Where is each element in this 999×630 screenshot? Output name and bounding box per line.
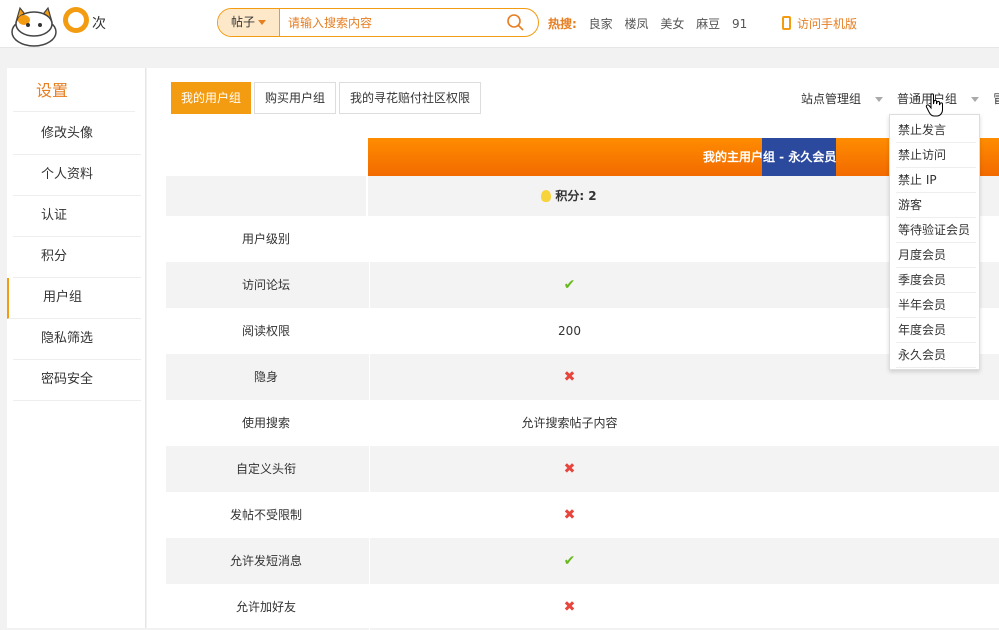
hot-search-label: 热搜: <box>548 17 577 31</box>
row-label: 访问论坛 <box>241 278 290 292</box>
row-label: 使用搜索 <box>241 416 290 430</box>
search-type-label: 帖子 <box>230 15 255 29</box>
table-row: 隐身 ✖ <box>166 354 999 400</box>
search-icon[interactable] <box>506 13 524 31</box>
table-row: 自定义头衔 ✖ <box>166 446 999 492</box>
row-label: 用户级别 <box>241 232 290 246</box>
nav-site-admin-group[interactable]: 站点管理组 <box>801 90 884 107</box>
sidebar-item-usergroup[interactable]: 用户组 <box>7 278 141 319</box>
tab-my-usergroup[interactable]: 我的用户组 <box>171 82 251 114</box>
caret-down-icon <box>875 97 884 102</box>
row-value: ✖ <box>369 354 769 400</box>
sidebar-item-points[interactable]: 积分 <box>13 237 141 278</box>
row-value: ✔ <box>369 262 769 308</box>
points-row: 积分: 2 <box>166 176 999 216</box>
search-input[interactable] <box>288 9 498 36</box>
cross-icon: ✖ <box>563 461 576 477</box>
row-value: 200 <box>369 308 769 354</box>
caret-down-icon <box>971 97 980 102</box>
site-logo[interactable]: 次 <box>4 0 124 48</box>
bulb-icon <box>541 190 552 202</box>
row-label: 自定义头衔 <box>235 462 296 476</box>
hot-search: 热搜: 良家 楼凤 美女 麻豆 91 <box>548 15 755 32</box>
points-value: 积分: 2 <box>369 176 769 216</box>
dropdown-item[interactable]: 年度会员 <box>896 318 976 343</box>
phone-icon <box>782 16 791 30</box>
svg-text:次: 次 <box>92 16 106 32</box>
value-text: 允许搜索帖子内容 <box>521 416 618 430</box>
row-label: 允许加好友 <box>235 600 296 614</box>
dropdown-item[interactable]: 禁止发言 <box>896 118 976 143</box>
column-divider <box>366 176 368 216</box>
row-value: ✔ <box>369 538 769 584</box>
hot-keyword[interactable]: 麻豆 <box>696 17 720 31</box>
row-label: 发帖不受限制 <box>229 508 302 522</box>
table-row: 使用搜索 允许搜索帖子内容 <box>166 400 999 446</box>
dropdown-item[interactable]: 游客 <box>896 193 976 218</box>
main-content: 我的用户组 购买用户组 我的寻花赔付社区权限 站点管理组 普通用户组 冒 我的主… <box>147 68 999 630</box>
hand-cursor-icon <box>925 93 943 117</box>
check-icon: ✔ <box>563 553 576 569</box>
hot-keyword[interactable]: 美女 <box>660 17 684 31</box>
sidebar-item-password[interactable]: 密码安全 <box>13 360 141 401</box>
check-icon: ✔ <box>563 277 576 293</box>
dropdown-item[interactable]: 半年会员 <box>896 293 976 318</box>
settings-sidebar: 设置 修改头像 个人资料 认证 积分 用户组 隐私筛选 密码安全 <box>7 68 146 628</box>
nav-extra[interactable]: 冒 <box>993 90 999 107</box>
nav-site-admin-label: 站点管理组 <box>801 92 862 106</box>
table-row: 访问论坛 ✔ <box>166 262 999 308</box>
value-text: 200 <box>558 324 581 338</box>
mobile-version-link[interactable]: 访问手机版 <box>782 15 857 32</box>
table-row: 允许加好友 ✖ <box>166 584 999 630</box>
sidebar-title: 设置 <box>13 80 135 112</box>
sidebar-item-profile[interactable]: 个人资料 <box>13 155 141 196</box>
table-row: 允许发短消息 ✔ <box>166 538 999 584</box>
usergroup-dropdown: 禁止发言 禁止访问 禁止 IP 游客 等待验证会员 月度会员 季度会员 半年会员 年度会员 永久会… <box>889 114 980 370</box>
row-label: 隐身 <box>253 370 278 384</box>
row-value: ✖ <box>369 492 769 538</box>
search-bar: 帖子 <box>217 8 539 37</box>
search-type-select[interactable]: 帖子 <box>218 9 280 36</box>
dropdown-item[interactable]: 禁止 IP <box>896 168 976 193</box>
header-title: 我的主用户组 - 永久会员 <box>703 150 837 164</box>
dropdown-item[interactable]: 季度会员 <box>896 268 976 293</box>
cross-icon: ✖ <box>563 507 576 523</box>
sidebar-item-privacy[interactable]: 隐私筛选 <box>13 319 141 360</box>
dropdown-item[interactable]: 永久会员 <box>896 343 976 368</box>
table-row: 发帖不受限制 ✖ <box>166 492 999 538</box>
sidebar-item-verify[interactable]: 认证 <box>13 196 141 237</box>
row-label: 阅读权限 <box>241 324 290 338</box>
tab-community-permission[interactable]: 我的寻花赔付社区权限 <box>339 82 481 114</box>
tab-buy-usergroup[interactable]: 购买用户组 <box>254 82 336 114</box>
cross-icon: ✖ <box>563 369 576 385</box>
sidebar-item-avatar[interactable]: 修改头像 <box>13 114 141 155</box>
mobile-link-label: 访问手机版 <box>797 17 858 31</box>
top-bar: 次 帖子 热搜: 良家 楼凤 美女 麻豆 91 访问手机版 <box>0 0 999 48</box>
hot-keyword[interactable]: 良家 <box>589 17 613 31</box>
table-row: 用户级别 <box>166 216 999 262</box>
caret-down-icon <box>258 20 266 25</box>
hot-keyword[interactable]: 楼凤 <box>624 17 648 31</box>
cross-icon: ✖ <box>563 599 576 615</box>
points-text: 积分: 2 <box>555 189 597 203</box>
dropdown-item[interactable]: 月度会员 <box>896 243 976 268</box>
row-value: ✖ <box>369 446 769 492</box>
dropdown-item[interactable]: 等待验证会员 <box>896 218 976 243</box>
row-value: 允许搜索帖子内容 <box>369 400 769 446</box>
row-value: ✖ <box>369 584 769 630</box>
row-label: 允许发短消息 <box>229 554 302 568</box>
dropdown-item[interactable]: 禁止访问 <box>896 143 976 168</box>
hot-keyword[interactable]: 91 <box>732 17 747 31</box>
table-row: 阅读权限 200 <box>166 308 999 354</box>
row-value <box>369 216 769 262</box>
